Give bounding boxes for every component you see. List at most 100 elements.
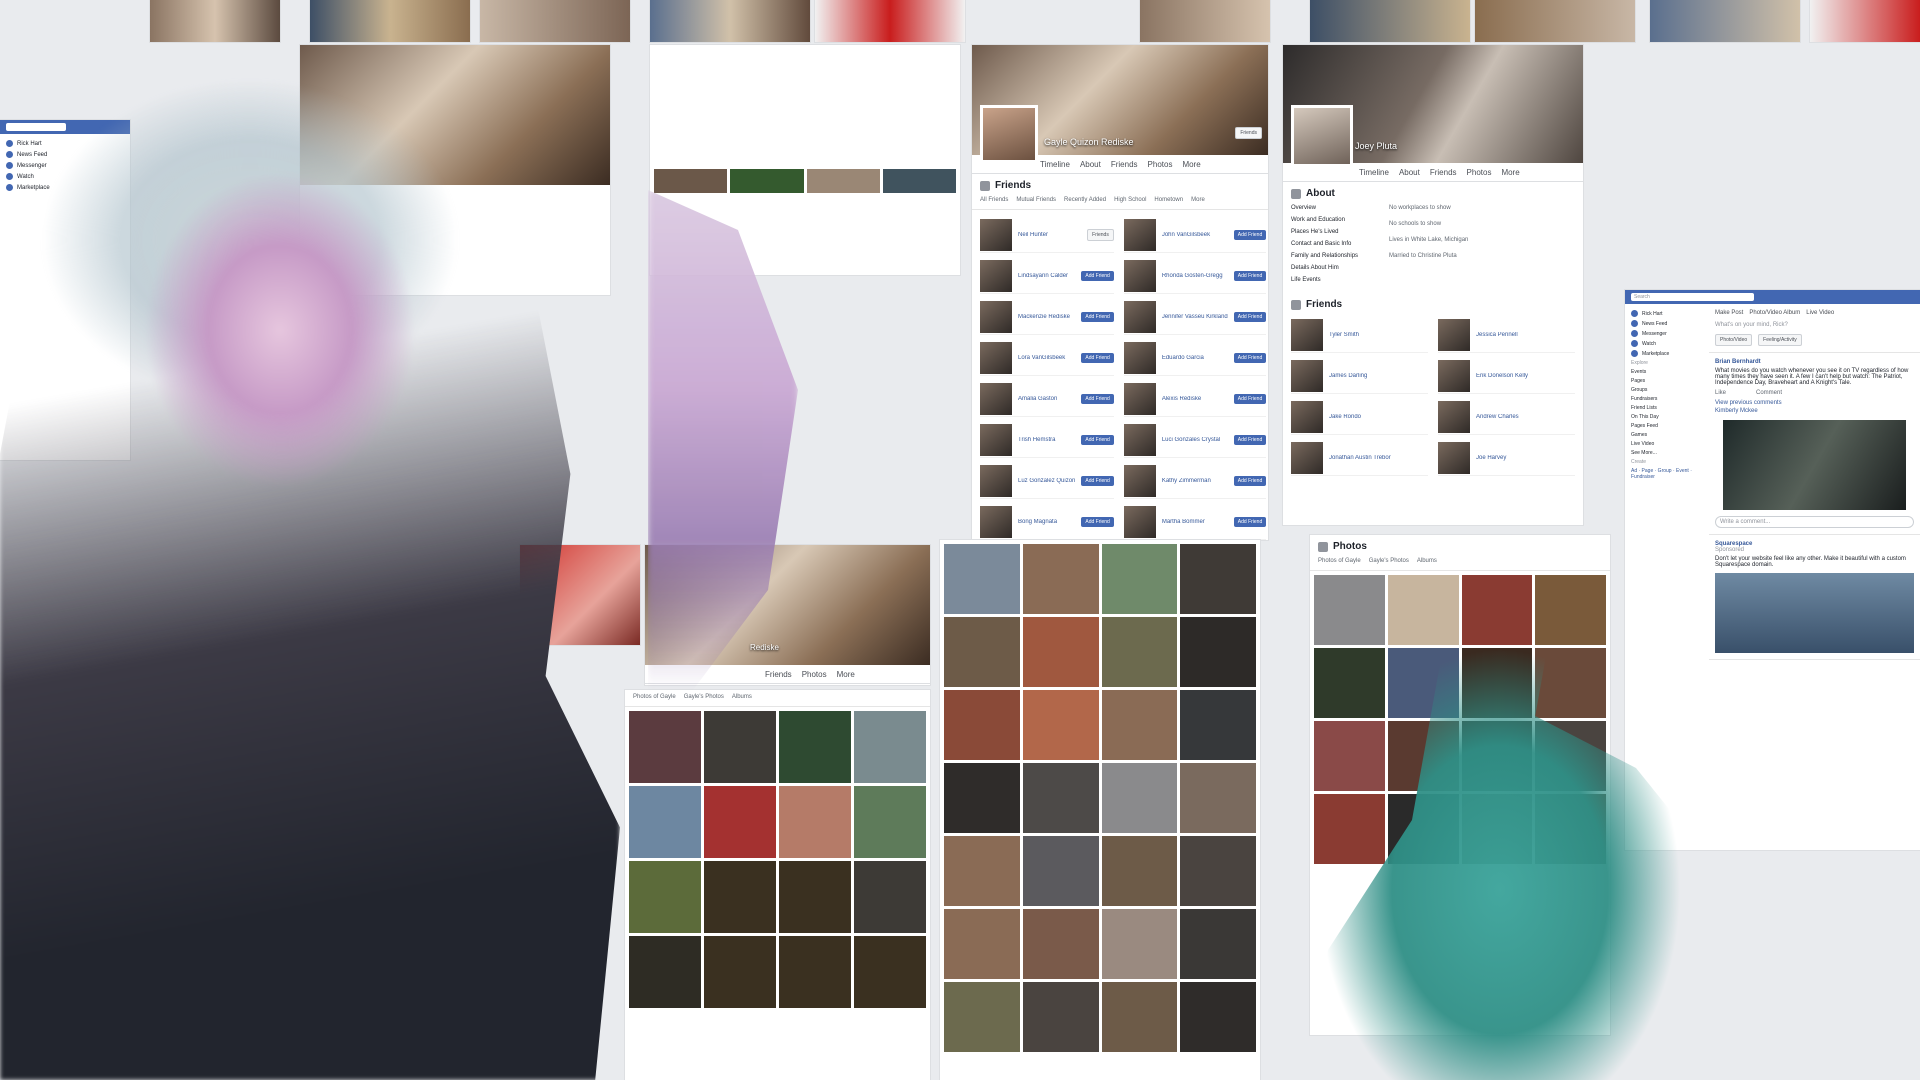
friend-photo[interactable] bbox=[1123, 383, 1156, 415]
friend-name[interactable]: Martha Bommer bbox=[1162, 519, 1228, 525]
explore-pages[interactable]: Pages bbox=[1631, 378, 1703, 384]
friend-photo[interactable] bbox=[1438, 319, 1470, 351]
photo-thumb[interactable] bbox=[1022, 982, 1099, 1052]
friend-photo[interactable] bbox=[1438, 360, 1470, 392]
gayle-friends-button[interactable]: Friends bbox=[1235, 127, 1262, 139]
photo-thumb[interactable] bbox=[944, 836, 1020, 906]
photo-thumb[interactable] bbox=[854, 711, 926, 783]
photo-thumb[interactable] bbox=[944, 909, 1020, 979]
add-friend-button[interactable]: Add Friend bbox=[1233, 230, 1267, 240]
photo-thumb[interactable] bbox=[806, 169, 880, 193]
about-life-events[interactable]: Life Events bbox=[1291, 277, 1381, 283]
photo-thumb[interactable] bbox=[629, 711, 701, 783]
friend-photo[interactable] bbox=[980, 260, 1012, 292]
feed-nav-messenger[interactable]: Messenger bbox=[1631, 330, 1703, 337]
photo-thumb[interactable] bbox=[854, 786, 926, 858]
friends-button[interactable]: Friends bbox=[1087, 229, 1114, 241]
photo-thumb[interactable] bbox=[629, 936, 701, 1008]
friend-photo[interactable] bbox=[980, 465, 1012, 497]
photos-tab-albums[interactable]: Albums bbox=[1417, 558, 1437, 564]
explore-fundraisers[interactable]: Fundraisers bbox=[1631, 396, 1703, 402]
friend-name[interactable]: Trish Hemstra bbox=[1018, 437, 1075, 443]
photo-thumb[interactable] bbox=[1535, 648, 1606, 718]
friend-name[interactable]: John VanGilsbeek bbox=[1162, 232, 1228, 238]
explore-groups[interactable]: Groups bbox=[1631, 387, 1703, 393]
photo-thumb[interactable] bbox=[1101, 982, 1178, 1052]
friend-name[interactable]: Luci Gonzales Crystal bbox=[1162, 437, 1228, 443]
friend-card[interactable]: Jake Rondo bbox=[1291, 400, 1428, 435]
photo-thumb[interactable] bbox=[944, 544, 1020, 614]
filter-mutual-friends[interactable]: Mutual Friends bbox=[1016, 197, 1056, 203]
friend-card[interactable]: Bong Magnata Add Friend bbox=[980, 505, 1114, 540]
add-friend-button[interactable]: Add Friend bbox=[1081, 353, 1114, 363]
photo-thumb[interactable] bbox=[944, 617, 1020, 687]
photo-thumb[interactable] bbox=[882, 169, 956, 193]
add-friend-button[interactable]: Add Friend bbox=[1233, 517, 1267, 527]
photo-thumb[interactable] bbox=[1180, 763, 1256, 833]
friend-name[interactable]: Lindsayann Calder bbox=[1018, 273, 1075, 279]
tab-friends[interactable]: Friends bbox=[1111, 160, 1138, 169]
friend-card[interactable]: John VanGilsbeek Add Friend bbox=[1123, 218, 1267, 253]
friend-photo[interactable] bbox=[1291, 360, 1323, 392]
add-friend-button[interactable]: Add Friend bbox=[1233, 394, 1267, 404]
gayle-profile-picture[interactable] bbox=[980, 105, 1038, 163]
friend-photo[interactable] bbox=[1438, 442, 1470, 474]
photo-thumb[interactable] bbox=[704, 861, 776, 933]
photo-thumb[interactable] bbox=[1180, 617, 1256, 687]
friend-card[interactable]: Rhonda Gosten-Gregg Add Friend bbox=[1123, 259, 1267, 294]
friend-photo[interactable] bbox=[980, 424, 1012, 456]
photo-thumb[interactable] bbox=[944, 763, 1020, 833]
photo-thumb[interactable] bbox=[1314, 575, 1385, 645]
friend-card[interactable]: Joe Harvey bbox=[1438, 441, 1575, 476]
photo-thumb[interactable] bbox=[629, 786, 701, 858]
tab-friends[interactable]: Friends bbox=[1430, 168, 1457, 177]
friend-photo[interactable] bbox=[1123, 342, 1156, 374]
feed-nav-user[interactable]: Rick Hart bbox=[1631, 310, 1703, 317]
photo-thumb[interactable] bbox=[779, 786, 851, 858]
composer-live[interactable]: Live Video bbox=[1806, 310, 1834, 316]
photo-thumb[interactable] bbox=[704, 936, 776, 1008]
about-work[interactable]: Work and Education bbox=[1291, 217, 1381, 223]
friend-card[interactable]: Erik Donelson Kelly bbox=[1438, 359, 1575, 394]
friend-card[interactable]: Martha Bommer Add Friend bbox=[1123, 505, 1267, 540]
explore-on-this-day[interactable]: On This Day bbox=[1631, 414, 1703, 420]
friend-card[interactable]: Jessica Pennell bbox=[1438, 318, 1575, 353]
friend-name[interactable]: Lora VanGilsbeek bbox=[1018, 355, 1075, 361]
about-details[interactable]: Details About Him bbox=[1291, 265, 1381, 271]
feed-search-input[interactable]: Search bbox=[1631, 293, 1754, 301]
friend-name[interactable]: Alexis Rediske bbox=[1162, 396, 1228, 402]
filter-hometown[interactable]: Hometown bbox=[1154, 197, 1183, 203]
photo-thumb[interactable] bbox=[1314, 794, 1385, 864]
tab-timeline[interactable]: Timeline bbox=[1359, 168, 1389, 177]
friend-name[interactable]: Amalia Gaston bbox=[1018, 396, 1075, 402]
gayle-partial-name[interactable]: Rediske bbox=[750, 643, 779, 652]
friend-photo[interactable] bbox=[1123, 465, 1156, 497]
photo-thumb[interactable] bbox=[1022, 544, 1099, 614]
friend-card[interactable]: Luz Gonzalez Quizon Add Friend bbox=[980, 464, 1114, 499]
friend-name[interactable]: Kathy Zimmerman bbox=[1162, 478, 1228, 484]
friend-card[interactable]: Andrew Charles bbox=[1438, 400, 1575, 435]
friend-card[interactable]: Tyler Smith bbox=[1291, 318, 1428, 353]
photo-thumb[interactable] bbox=[1101, 544, 1178, 614]
write-comment-input[interactable]: Write a comment... bbox=[1715, 516, 1914, 528]
friend-photo[interactable] bbox=[1123, 424, 1156, 456]
friend-card[interactable]: Lindsayann Calder Add Friend bbox=[980, 259, 1114, 294]
photo-thumb[interactable] bbox=[730, 169, 804, 193]
friend-name[interactable]: Rhonda Gosten-Gregg bbox=[1162, 273, 1228, 279]
friend-photo[interactable] bbox=[1123, 260, 1156, 292]
photo-thumb[interactable] bbox=[779, 936, 851, 1008]
photo-thumb[interactable] bbox=[704, 786, 776, 858]
photo-thumb[interactable] bbox=[854, 936, 926, 1008]
photo-thumb[interactable] bbox=[1180, 982, 1256, 1052]
photo-thumb[interactable] bbox=[1180, 544, 1256, 614]
joey-name[interactable]: Joey Pluta bbox=[1355, 141, 1397, 151]
friend-name[interactable]: Eduardo Garcia bbox=[1162, 355, 1228, 361]
about-overview[interactable]: Overview bbox=[1291, 205, 1381, 211]
friend-photo[interactable] bbox=[1123, 219, 1156, 251]
friend-name[interactable]: Bong Magnata bbox=[1018, 519, 1075, 525]
add-friend-button[interactable]: Add Friend bbox=[1233, 312, 1267, 322]
friend-photo[interactable] bbox=[1123, 301, 1156, 333]
friend-card[interactable]: Luci Gonzales Crystal Add Friend bbox=[1123, 423, 1267, 458]
add-friend-button[interactable]: Add Friend bbox=[1081, 271, 1114, 281]
add-friend-button[interactable]: Add Friend bbox=[1233, 435, 1267, 445]
